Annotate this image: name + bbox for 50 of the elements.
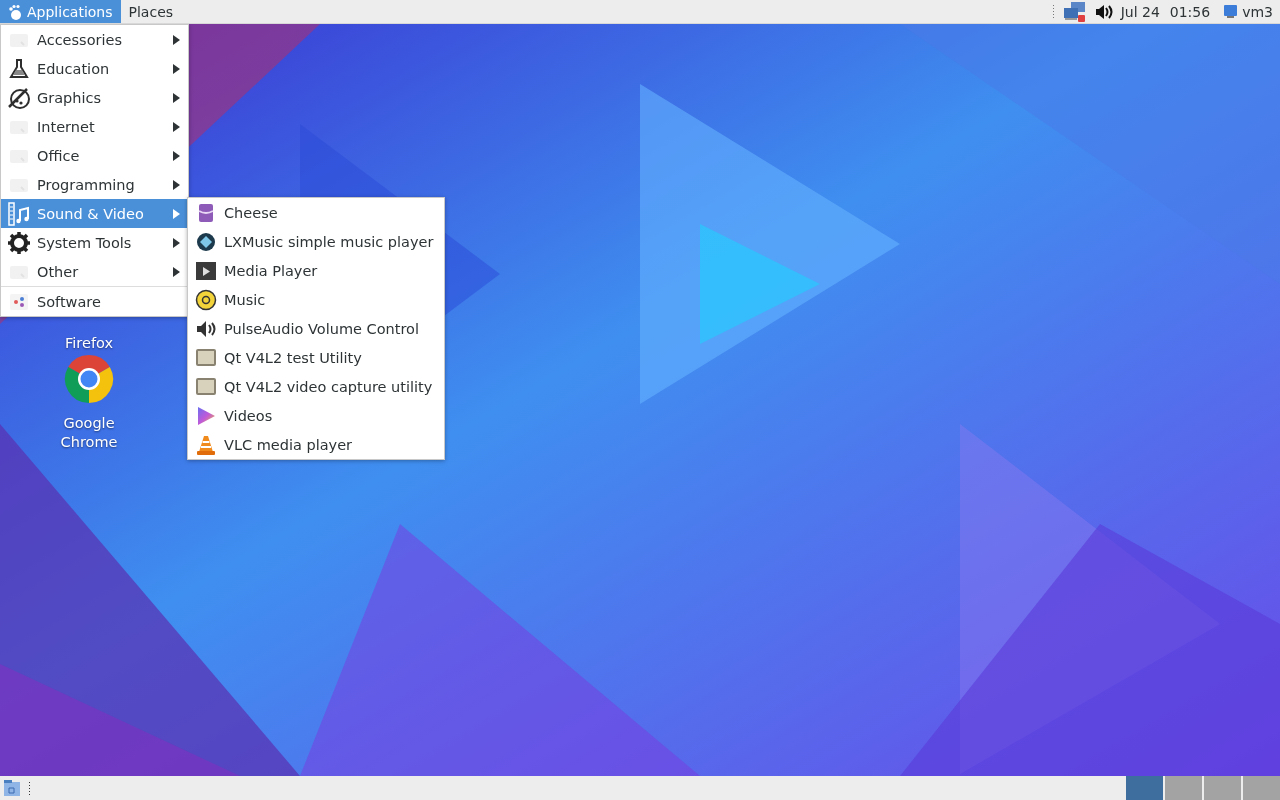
menu-item[interactable]: Cheese xyxy=(188,198,444,227)
submenu-arrow-icon xyxy=(173,266,180,277)
speaker-disc-icon xyxy=(195,288,217,311)
gear-icon xyxy=(7,230,31,255)
menu-item[interactable]: System Tools xyxy=(1,228,188,257)
submenu-arrow-icon xyxy=(173,121,180,132)
submenu-arrow-icon xyxy=(173,34,180,45)
menu-item[interactable]: VLC media player xyxy=(188,430,444,459)
chrome-logo-icon[interactable] xyxy=(64,354,114,404)
traffic-cone-icon xyxy=(195,433,217,456)
panel-menu[interactable]: Places xyxy=(120,0,182,23)
submenu-arrow-icon xyxy=(173,150,180,161)
menu-item[interactable]: Education xyxy=(1,54,188,83)
monitor-icon xyxy=(195,346,217,369)
menu-item[interactable]: Other xyxy=(1,257,188,286)
clapper-icon xyxy=(195,259,217,282)
menu-item[interactable]: Qt V4L2 test Utility xyxy=(188,343,444,372)
music-disc-icon xyxy=(195,230,217,253)
submenu-arrow-icon xyxy=(173,63,180,74)
desktop-icon-label[interactable]: Firefox xyxy=(65,334,113,353)
submenu-arrow-icon xyxy=(173,92,180,103)
film-music-icon xyxy=(8,201,30,226)
flask-icon xyxy=(8,57,30,80)
menu-item[interactable]: Programming xyxy=(1,170,188,199)
show-desktop-icon[interactable] xyxy=(4,780,20,796)
foot-icon xyxy=(8,3,22,20)
menu-item[interactable]: Music xyxy=(188,285,444,314)
panel-time[interactable]: 01:56 xyxy=(1169,3,1211,20)
menu-item[interactable]: LXMusic simple music player xyxy=(188,227,444,256)
panel-handle[interactable] xyxy=(28,781,31,795)
menu-item[interactable]: Office xyxy=(1,141,188,170)
user-name[interactable]: vm3 xyxy=(1242,3,1273,20)
submenu-arrow-icon xyxy=(173,208,180,219)
submenu-arrow-icon xyxy=(173,237,180,248)
menu-item[interactable]: Accessories xyxy=(1,25,188,54)
submenu-arrow-icon xyxy=(173,179,180,190)
desktop-icon-label[interactable]: Google Chrome xyxy=(54,414,124,452)
panel-date[interactable]: Jul 24 xyxy=(1120,3,1160,20)
menu-item[interactable]: Qt V4L2 video capture utility xyxy=(188,372,444,401)
webcam-icon xyxy=(196,202,216,223)
menu-item[interactable]: Videos xyxy=(188,401,444,430)
network-icon[interactable] xyxy=(1062,0,1087,23)
monitor-icon xyxy=(195,375,217,398)
volume-icon[interactable] xyxy=(1094,3,1113,20)
menu-item[interactable]: Internet xyxy=(1,112,188,141)
menu-item[interactable]: Media Player xyxy=(188,256,444,285)
monitor-icon[interactable] xyxy=(1224,5,1238,18)
menu-item[interactable]: PulseAudio Volume Control xyxy=(188,314,444,343)
menu-item[interactable]: Graphics xyxy=(1,83,188,112)
play-icon xyxy=(195,404,217,427)
